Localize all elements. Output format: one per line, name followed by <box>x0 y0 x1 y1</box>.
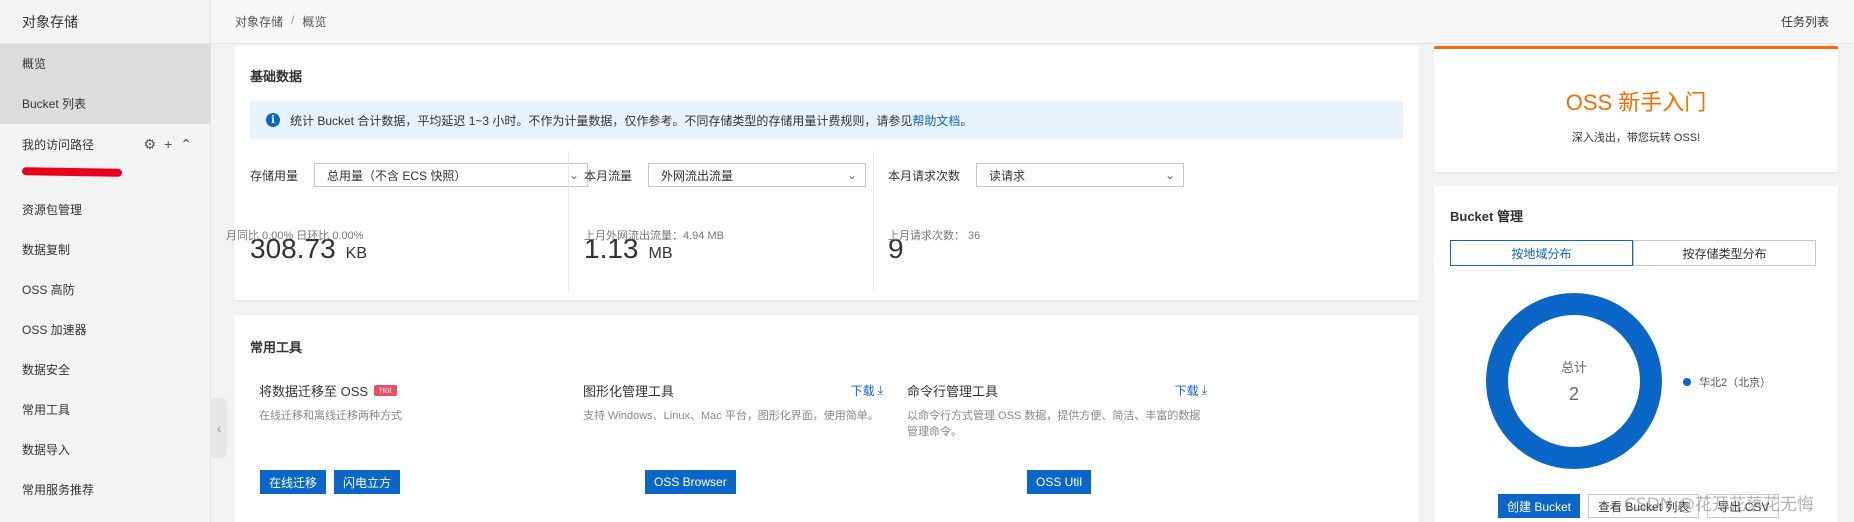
breadcrumb: 对象存储 / 概览 <box>235 13 326 30</box>
metric-requests: 本月请求次数 读请求 ⌄ 9 <box>873 151 1203 291</box>
download-icon: ⤓ <box>877 383 883 397</box>
chevron-down-icon: ⌄ <box>1164 168 1176 182</box>
sidebar-item-oss-ddos[interactable]: OSS 高防 <box>0 270 210 310</box>
requests-select[interactable]: 读请求 ⌄ <box>976 163 1185 187</box>
chevron-down-icon: ⌄ <box>846 168 858 182</box>
notice-banner: i 统计 Bucket 合计数据，平均延迟 1~3 小时。不作为计量数据，仅作参… <box>250 101 1403 139</box>
metric-label: 本月流量 <box>584 168 633 183</box>
cli-buttons: OSS Util <box>1027 470 1092 494</box>
select-value: 读请求 <box>989 168 1026 183</box>
intro-title[interactable]: OSS 新手入门 <box>1566 85 1707 117</box>
notice-end: 。 <box>960 113 973 128</box>
basic-data-title: 基础数据 <box>250 69 303 84</box>
donut-center-value: 2 <box>1568 384 1579 404</box>
tool-desc: 在线迁移和离线迁移两种方式 <box>259 410 402 422</box>
watermark: CSDN @花开花落花无悔 <box>1624 495 1814 515</box>
select-value: 总用量（不含 ECS 快照） <box>327 168 467 183</box>
chevron-up-icon[interactable]: ⌃ <box>180 136 192 153</box>
select-value: 外网流出流量 <box>661 168 734 183</box>
sidebar-collapse-handle[interactable]: ‹ <box>211 398 227 458</box>
donut-chart: 总计 2 <box>1484 291 1664 471</box>
tool-desc: 支持 Windows、Linux、Mac 平台，图形化界面，使用简单。 <box>583 410 879 422</box>
notice-text: 统计 Bucket 合计数据，平均延迟 1~3 小时。不作为计量数据，仅作参考。… <box>290 113 913 128</box>
metric-label: 本月请求次数 <box>888 168 961 183</box>
sidebar-item-resource-pack[interactable]: 资源包管理 <box>0 190 210 230</box>
distribution-tabs: 按地域分布 按存储类型分布 <box>1450 240 1816 266</box>
sidebar-item-tools[interactable]: 常用工具 <box>0 390 210 430</box>
sidebar-item-data-replication[interactable]: 数据复制 <box>0 230 210 270</box>
download-link[interactable]: 下载 ⤓ <box>1175 382 1207 399</box>
hot-badge: Hot <box>374 385 397 396</box>
divider <box>568 151 569 291</box>
tool-name: 命令行管理工具 <box>907 384 999 399</box>
legend-dot <box>1683 378 1691 386</box>
basic-data-card: 基础数据 i 统计 Bucket 合计数据，平均延迟 1~3 小时。不作为计量数… <box>226 46 1419 300</box>
metric-sub: 月同比 0.00% 日环比 0.00% <box>226 230 364 242</box>
help-doc-link[interactable]: 帮助文档 <box>912 112 960 129</box>
lightning-cube-button[interactable]: 闪电立方 <box>334 470 401 494</box>
chevron-left-icon: ‹ <box>216 420 222 436</box>
oss-intro-card[interactable]: OSS 新手入门 深入浅出，带您玩转 OSS! <box>1434 46 1838 172</box>
metric-traffic: 本月流量 外网流出流量 ⌄ 1.13 MB <box>568 151 908 291</box>
breadcrumb-current: 概览 <box>302 15 327 29</box>
sidebar-group-access-path[interactable]: 我的访问路径 ⚙ + ⌃ <box>0 124 210 164</box>
sidebar-item-overview[interactable]: 概览 <box>0 44 210 84</box>
metric-storage: 存储用量 总用量（不含 ECS 快照） ⌄ 308.73 KB <box>250 151 605 291</box>
breadcrumb-separator: / <box>291 13 295 27</box>
divider <box>873 151 874 291</box>
tool-migration: 将数据迁移至 OSS Hot 在线迁移和离线迁移两种方式 <box>259 381 629 424</box>
sidebar-item-oss-accelerator[interactable]: OSS 加速器 <box>0 310 210 350</box>
tool-desc: 以命令行方式管理 OSS 数据，提供方便、简洁、丰富的数据管理命令。 <box>907 410 1201 438</box>
metric-label: 存储用量 <box>250 168 299 183</box>
redacted-item <box>21 167 123 177</box>
sidebar-title: 对象存储 <box>0 0 210 44</box>
donut-center-label: 总计 <box>1560 360 1587 375</box>
sidebar-item-data-security[interactable]: 数据安全 <box>0 350 210 390</box>
info-icon: i <box>266 113 280 127</box>
tab-by-storage-type[interactable]: 按存储类型分布 <box>1633 240 1816 266</box>
sidebar-item-bucket-list[interactable]: Bucket 列表 <box>0 84 210 124</box>
online-migration-button[interactable]: 在线迁移 <box>260 470 327 494</box>
sidebar-item-data-import[interactable]: 数据导入 <box>0 430 210 470</box>
sidebar-item-recommended[interactable]: 常用服务推荐 <box>0 470 210 510</box>
tool-gui: 图形化管理工具 下载 ⤓ 支持 Windows、Linux、Mac 平台，图形化界… <box>583 381 883 424</box>
bucket-title: Bucket 管理 <box>1450 209 1523 224</box>
gui-buttons: OSS Browser <box>645 470 736 494</box>
oss-browser-button[interactable]: OSS Browser <box>645 470 736 494</box>
create-bucket-button[interactable]: 创建 Bucket <box>1498 494 1581 518</box>
sidebar: 对象存储 概览 Bucket 列表 我的访问路径 ⚙ + ⌃ 资源包管理 数据复… <box>0 0 211 522</box>
intro-subtitle: 深入浅出，带您玩转 OSS! <box>1571 132 1701 144</box>
donut-legend: 华北2（北京） <box>1683 374 1771 390</box>
metric-sub: 上月外网流出流量：4.94 MB <box>584 230 724 242</box>
oss-util-button[interactable]: OSS Util <box>1027 470 1092 494</box>
tools-card: 常用工具 将数据迁移至 OSS Hot 在线迁移和离线迁移两种方式 图形化管理工具… <box>234 315 1419 522</box>
storage-select[interactable]: 总用量（不含 ECS 快照） ⌄ <box>314 163 589 187</box>
gear-icon[interactable]: ⚙ <box>144 136 157 153</box>
breadcrumb-root[interactable]: 对象存储 <box>235 13 283 30</box>
sidebar-group-label: 我的访问路径 <box>22 137 95 152</box>
download-icon: ⤓ <box>1201 383 1207 397</box>
tool-name: 将数据迁移至 OSS <box>259 384 369 399</box>
tool-cli: 命令行管理工具 下载 ⤓ 以命令行方式管理 OSS 数据，提供方便、简洁、丰富的数… <box>907 381 1207 440</box>
tools-title: 常用工具 <box>250 340 303 355</box>
bucket-management-card: Bucket 管理 按地域分布 按存储类型分布 总计 2 华北2（北京） 创建 … <box>1434 186 1838 522</box>
plus-icon[interactable]: + <box>164 136 172 153</box>
tool-name: 图形化管理工具 <box>583 384 675 399</box>
metric-sub: 上月请求次数： 36 <box>888 230 981 242</box>
download-link[interactable]: 下载 ⤓ <box>851 382 883 399</box>
traffic-select[interactable]: 外网流出流量 ⌄ <box>648 163 867 187</box>
tab-by-region[interactable]: 按地域分布 <box>1450 240 1633 266</box>
topbar: 对象存储 / 概览 任务列表 <box>211 0 1854 44</box>
legend-label: 华北2（北京） <box>1699 377 1772 389</box>
migration-buttons: 在线迁移 闪电立方 <box>260 470 401 494</box>
task-list-link[interactable]: 任务列表 <box>1781 13 1829 30</box>
